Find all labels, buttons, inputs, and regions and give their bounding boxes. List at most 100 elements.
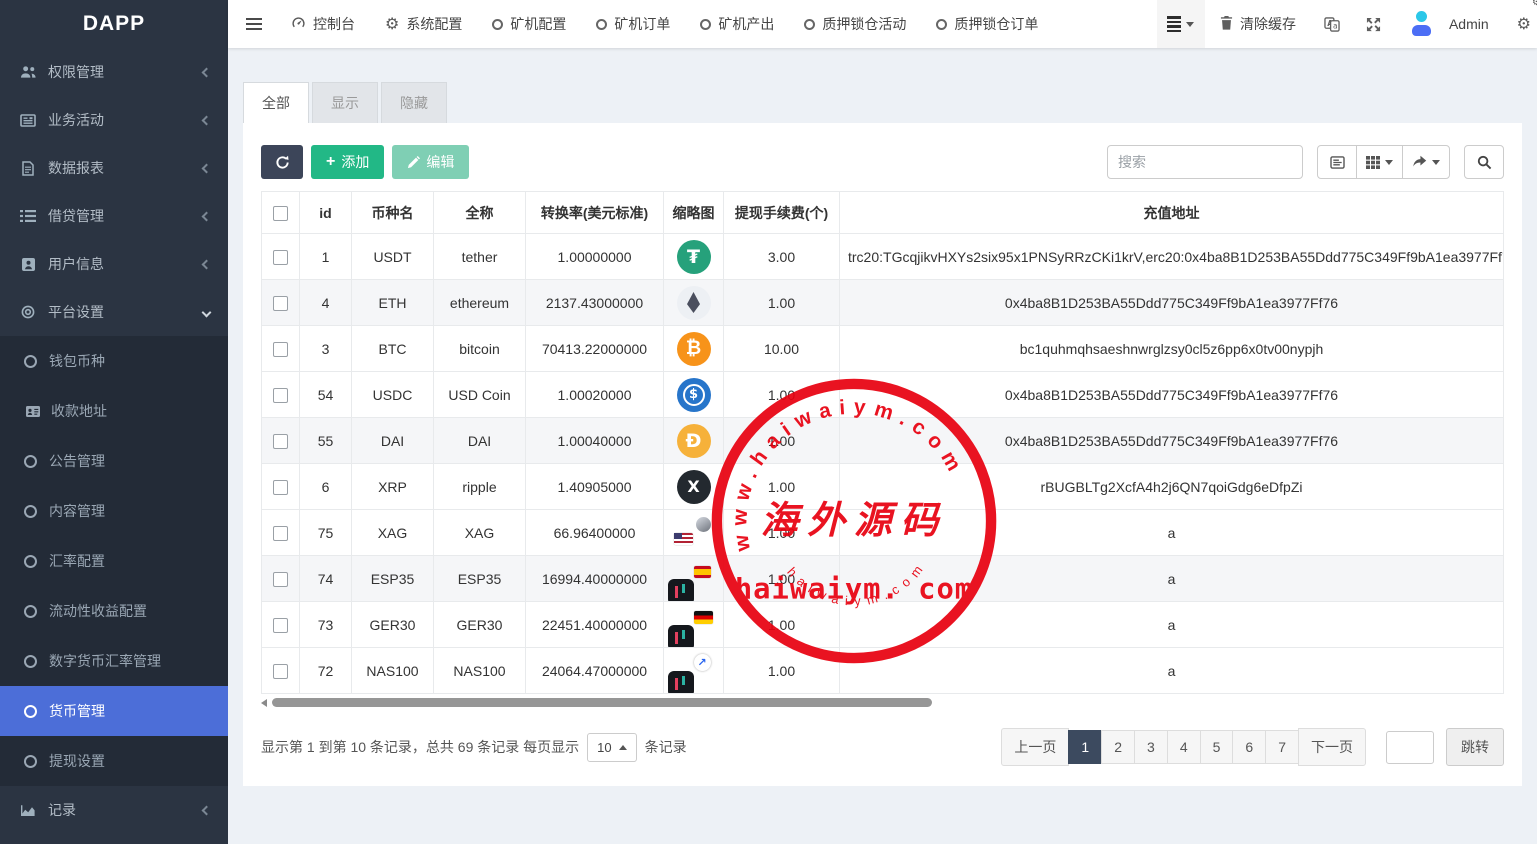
page-button-2[interactable]: 2 <box>1101 730 1135 764</box>
submenu-item-crypto-rate[interactable]: 数字货币汇率管理 <box>0 636 228 686</box>
table-footer: 显示第 1 到第 10 条记录，总共 69 条记录 每页显示 10 条记录 上一… <box>261 728 1504 766</box>
nav-tab-dashboard[interactable]: 控制台 <box>276 0 370 48</box>
area-chart-icon <box>18 804 38 817</box>
submenu-item-label: 汇率配置 <box>49 551 105 571</box>
detail-view-button[interactable] <box>1317 145 1357 179</box>
nav-tab-label: 质押锁仓活动 <box>822 14 906 34</box>
table-row: 54 USDC USD Coin 1.00020000 $ 1.00 0x4ba… <box>262 372 1504 418</box>
nav-tab-staking-activity[interactable]: 质押锁仓活动 <box>789 0 921 48</box>
table-row: 72 NAS100 NAS100 24064.47000000 ↗ 1.00 a <box>262 648 1504 694</box>
tab-all[interactable]: 全部 <box>243 82 309 123</box>
sidebar-item-userinfo[interactable]: 用户信息 <box>0 240 228 288</box>
detail-view-icon <box>1330 156 1345 169</box>
sidebar-item-reports[interactable]: 数据报表 <box>0 144 228 192</box>
row-checkbox[interactable] <box>273 664 288 679</box>
submenu-item-liquidity-income[interactable]: 流动性收益配置 <box>0 586 228 636</box>
cell-address: a <box>840 510 1504 556</box>
nav-tab-system-config[interactable]: ⚙ 系统配置 <box>370 0 477 48</box>
page-button-4[interactable]: 4 <box>1167 730 1201 764</box>
submenu-item-announcements[interactable]: 公告管理 <box>0 436 228 486</box>
settings-gears-icon[interactable]: ⚙ ⚙ <box>1504 0 1537 48</box>
nav-tab-miner-output[interactable]: 矿机产出 <box>685 0 789 48</box>
row-checkbox[interactable] <box>273 618 288 633</box>
page-button-5[interactable]: 5 <box>1200 730 1234 764</box>
sidebar-item-business[interactable]: 业务活动 <box>0 96 228 144</box>
edit-button[interactable]: 编辑 <box>392 145 469 179</box>
svg-text:a: a <box>1333 21 1338 30</box>
submenu-item-wallet-coins[interactable]: 钱包币种 <box>0 336 228 386</box>
select-all-checkbox[interactable] <box>273 206 288 221</box>
submenu-item-receive-address[interactable]: 收款地址 <box>0 386 228 436</box>
user-menu[interactable]: Admin <box>1394 0 1504 48</box>
circle-icon <box>700 19 711 30</box>
cell-symbol: DAI <box>352 418 434 464</box>
circle-icon <box>804 19 815 30</box>
sidebar-item-platform-settings[interactable]: 平台设置 <box>0 288 228 336</box>
page-button-7[interactable]: 7 <box>1265 730 1299 764</box>
cell-symbol: XRP <box>352 464 434 510</box>
row-checkbox[interactable] <box>273 250 288 265</box>
search-button[interactable] <box>1464 145 1504 179</box>
page-button-3[interactable]: 3 <box>1134 730 1168 764</box>
row-checkbox[interactable] <box>273 526 288 541</box>
tab-visible[interactable]: 显示 <box>312 82 378 123</box>
prev-page-button[interactable]: 上一页 <box>1001 728 1069 766</box>
sidebar-item-lending[interactable]: 借贷管理 <box>0 192 228 240</box>
clear-cache-button[interactable]: 清除缓存 <box>1205 0 1311 48</box>
eth-icon <box>677 286 711 320</box>
cell-fee: 1.00 <box>724 464 840 510</box>
cell-symbol: ETH <box>352 280 434 326</box>
cell-id: 6 <box>300 464 352 510</box>
nav-tab-miner-orders[interactable]: 矿机订单 <box>581 0 685 48</box>
nav-tab-miner-config[interactable]: 矿机配置 <box>477 0 581 48</box>
fullscreen-icon[interactable] <box>1353 0 1394 48</box>
table-row: 75 XAG XAG 66.96400000 1.00 a <box>262 510 1504 556</box>
scroll-left-arrow-icon[interactable] <box>261 699 267 707</box>
pagination: 上一页 1 2 3 4 5 6 7 下一页 跳转 <box>1001 728 1504 766</box>
list-icon <box>18 210 38 222</box>
row-checkbox[interactable] <box>273 388 288 403</box>
search-input[interactable] <box>1107 145 1303 179</box>
cell-rate: 2137.43000000 <box>526 280 664 326</box>
refresh-button[interactable] <box>261 145 303 179</box>
hamburger-menu-icon[interactable] <box>228 18 276 30</box>
xrp-icon: X <box>677 470 711 504</box>
nav-tab-staking-orders[interactable]: 质押锁仓订单 <box>921 0 1053 48</box>
scrollbar-thumb[interactable] <box>272 698 932 707</box>
page-button-6[interactable]: 6 <box>1232 730 1266 764</box>
jump-button[interactable]: 跳转 <box>1446 728 1504 766</box>
tab-list-dropdown-button[interactable] <box>1157 0 1205 48</box>
language-switch-icon[interactable]: Aa <box>1311 0 1353 48</box>
submenu-item-label: 数字货币汇率管理 <box>49 651 161 671</box>
caret-down-icon <box>1432 160 1440 165</box>
submenu-item-currency-management[interactable]: 货币管理 <box>0 686 228 736</box>
export-button[interactable] <box>1402 145 1450 179</box>
sidebar-item-permissions[interactable]: 权限管理 <box>0 48 228 96</box>
row-checkbox[interactable] <box>273 296 288 311</box>
table-row: 4 ETH ethereum 2137.43000000 1.00 0x4ba8… <box>262 280 1504 326</box>
row-checkbox[interactable] <box>273 434 288 449</box>
row-checkbox[interactable] <box>273 342 288 357</box>
cell-id: 74 <box>300 556 352 602</box>
tab-hidden[interactable]: 隐藏 <box>381 82 447 123</box>
jump-page-input[interactable] <box>1386 731 1434 764</box>
add-button[interactable]: + 添加 <box>311 145 384 179</box>
table-header-row: id 币种名 全称 转换率(美元标准) 缩略图 提现手续费(个) 充值地址 <box>262 192 1504 234</box>
table-row: 55 DAI DAI 1.00040000 Ð 1.00 0x4ba8B1D25… <box>262 418 1504 464</box>
row-checkbox[interactable] <box>273 572 288 587</box>
cell-fullname: NAS100 <box>434 648 526 694</box>
cell-address: rBUGBLTg2XcfA4h2j6QN7qoiGdg6eDfpZi <box>840 464 1504 510</box>
submenu-item-withdraw-settings[interactable]: 提现设置 <box>0 736 228 786</box>
submenu-item-label: 提现设置 <box>49 751 105 771</box>
next-page-button[interactable]: 下一页 <box>1298 728 1366 766</box>
columns-button[interactable] <box>1356 145 1403 179</box>
row-checkbox[interactable] <box>273 480 288 495</box>
per-page-select[interactable]: 10 <box>587 733 636 762</box>
sidebar-item-records[interactable]: 记录 <box>0 786 228 834</box>
main-area: 控制台 ⚙ 系统配置 矿机配置 矿机订单 矿机产出 质押锁仓活动 <box>228 0 1537 844</box>
page-button-1[interactable]: 1 <box>1068 730 1102 764</box>
cell-fullname: USD Coin <box>434 372 526 418</box>
submenu-item-exchange-rate[interactable]: 汇率配置 <box>0 536 228 586</box>
cell-symbol: XAG <box>352 510 434 556</box>
submenu-item-content[interactable]: 内容管理 <box>0 486 228 536</box>
